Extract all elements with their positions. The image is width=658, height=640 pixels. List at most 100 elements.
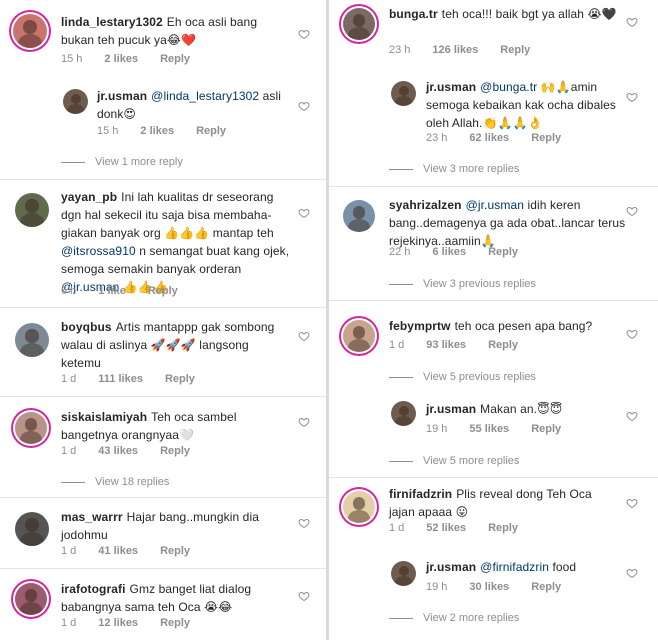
reply-button[interactable]: Reply [165,373,195,385]
username[interactable]: bunga.tr [389,7,438,21]
avatar[interactable] [343,8,375,40]
username[interactable]: jr.usman [426,402,476,416]
comment-text: teh oca!!! baik bgt ya allah 😭🖤 [441,7,617,21]
view-more-label: View 5 more replies [423,455,520,467]
username[interactable]: irafotografi [61,582,126,596]
mention-link[interactable]: @linda_lestary1302 [151,89,259,103]
avatar[interactable] [343,200,375,232]
username[interactable]: syahrizalzen [389,198,462,212]
view-more-label: View 5 previous replies [423,371,536,383]
heart-outline-icon[interactable] [298,28,310,40]
view-more-replies[interactable]: View 18 replies [61,476,169,488]
username[interactable]: mas_warrr [61,510,123,524]
like-count[interactable]: 12 likes [98,617,138,629]
timestamp: 6 h [61,285,77,297]
mention-link[interactable]: @jr.usman [466,198,524,212]
heart-outline-icon[interactable] [298,207,310,219]
username[interactable]: boyqbus [61,320,112,334]
reply-button[interactable]: Reply [160,445,190,457]
like-count[interactable]: 126 likes [432,44,478,56]
username[interactable]: linda_lestary1302 [61,15,163,29]
separator [0,497,326,498]
timestamp: 1 d [61,373,77,385]
reply-button[interactable]: Reply [531,132,561,144]
timestamp: 15 h [97,125,119,137]
timestamp: 1 d [389,339,405,351]
heart-outline-icon[interactable] [298,100,310,112]
heart-outline-icon[interactable] [626,91,638,103]
avatar[interactable] [343,320,375,352]
avatar[interactable] [391,561,416,586]
heart-outline-icon[interactable] [298,590,310,602]
reply-button[interactable]: Reply [488,522,518,534]
reply-button[interactable]: Reply [160,53,190,65]
like-count[interactable]: 41 likes [98,545,138,557]
heart-outline-icon[interactable] [626,567,638,579]
like-count[interactable]: 2 likes [104,53,138,65]
separator [329,186,658,187]
heart-outline-icon[interactable] [626,410,638,422]
reply-button[interactable]: Reply [531,423,561,435]
heart-outline-icon[interactable] [626,497,638,509]
view-more-label: View 3 more replies [423,163,520,175]
like-count[interactable]: 55 likes [469,423,509,435]
like-count[interactable]: 43 likes [98,445,138,457]
heart-outline-icon[interactable] [626,205,638,217]
mention-link[interactable]: @itsrossa910 [61,244,136,258]
reply-button[interactable]: Reply [488,246,518,258]
avatar[interactable] [391,401,416,426]
separator [0,307,326,308]
avatar[interactable] [391,81,416,106]
avatar[interactable] [15,583,47,615]
avatar[interactable] [15,193,49,227]
username[interactable]: firnifadzrin [389,487,452,501]
mention-link[interactable]: @firnifadzrin [480,560,549,574]
username[interactable]: jr.usman [426,560,476,574]
username[interactable]: yayan_pb [61,190,117,204]
reply-button[interactable]: Reply [488,339,518,351]
like-count[interactable]: 52 likes [426,522,466,534]
reply-button[interactable]: Reply [500,44,530,56]
like-count[interactable]: 6 likes [432,246,466,258]
username[interactable]: siskaislamiyah [61,410,147,424]
like-count[interactable]: 2 likes [140,125,174,137]
comment-text: food [552,560,577,574]
heart-outline-icon[interactable] [626,16,638,28]
view-more-replies[interactable]: View 3 more replies [389,163,519,175]
heart-outline-icon[interactable] [298,517,310,529]
heart-outline-icon[interactable] [298,330,310,342]
like-count[interactable]: 111 likes [98,373,143,385]
comment-text: Makan an.😇😇 [480,402,563,416]
timestamp: 15 h [61,53,83,65]
reply-button[interactable]: Reply [160,545,190,557]
mention-link[interactable]: @bunga.tr [480,80,537,94]
username[interactable]: jr.usman [426,80,476,94]
avatar[interactable] [15,412,47,444]
avatar[interactable] [15,323,49,357]
reply-button[interactable]: Reply [148,285,178,297]
view-more-replies[interactable]: View 5 more replies [389,455,519,467]
username[interactable]: febymprtw [389,319,451,333]
reply-button[interactable]: Reply [160,617,190,629]
heart-outline-icon[interactable] [298,416,310,428]
view-more-replies[interactable]: View 1 more reply [61,156,183,168]
view-more-replies[interactable]: View 2 more replies [389,612,519,624]
like-count[interactable]: 30 likes [469,581,509,593]
reply-button[interactable]: Reply [531,581,561,593]
timestamp: 19 h [426,423,448,435]
avatar[interactable] [343,491,375,523]
separator [0,179,326,180]
username[interactable]: jr.usman [97,89,147,103]
avatar[interactable] [63,89,88,114]
like-count[interactable]: 93 likes [426,339,466,351]
column-divider [326,0,329,640]
reply-button[interactable]: Reply [196,125,226,137]
view-previous-replies[interactable]: View 3 previous replies [389,278,536,290]
like-count[interactable]: 1 like [98,285,126,297]
avatar[interactable] [13,14,47,48]
avatar[interactable] [15,512,49,546]
heart-outline-icon[interactable] [626,328,638,340]
view-previous-replies[interactable]: View 5 previous replies [389,371,536,383]
timestamp: 19 h [426,581,448,593]
like-count[interactable]: 62 likes [469,132,509,144]
